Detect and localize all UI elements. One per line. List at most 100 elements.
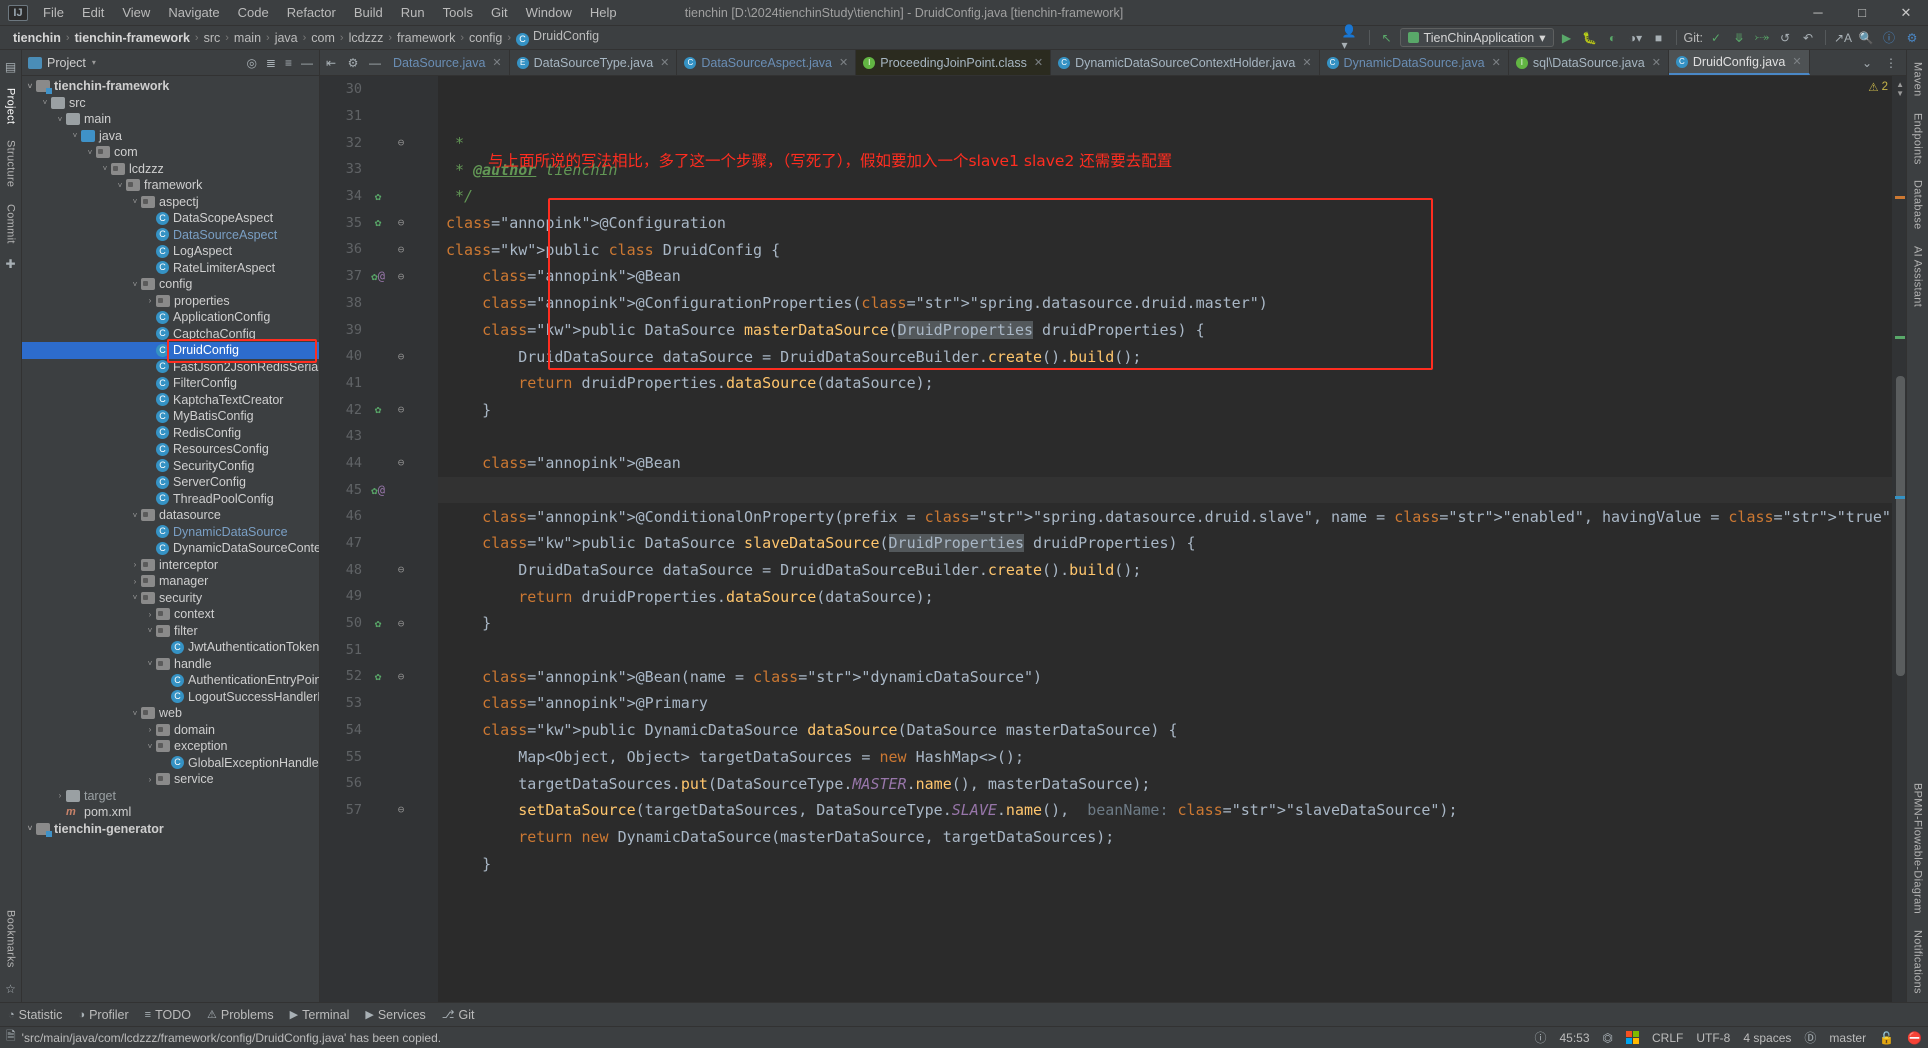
tree-node-applicationconfig[interactable]: C ApplicationConfig (22, 309, 319, 326)
override-gutter-icon[interactable]: @ (378, 483, 385, 497)
editor-tab-sql-datasource-java[interactable]: Isql\DataSource.java ✕ (1509, 50, 1669, 75)
breadcrumb-item-druidconfig[interactable]: C DruidConfig (513, 28, 602, 47)
gutter-line-33[interactable]: 33 (320, 156, 438, 183)
gutter-line-51[interactable]: 51 (320, 636, 438, 663)
bean-gutter-icon[interactable]: ✿ (375, 216, 382, 229)
close-icon[interactable]: ✕ (1792, 55, 1801, 68)
gutter-marker[interactable]: ✿ (366, 190, 390, 203)
editor-tabs[interactable]: DataSource.java ✕ E DataSourceType.java ✕ C Da… (386, 50, 1810, 75)
git-commit-icon[interactable]: ✓ (1706, 28, 1726, 48)
chevron-down-icon[interactable]: ˅ (99, 164, 111, 173)
bean-gutter-icon[interactable]: ✿ (375, 190, 382, 203)
sidebar-item-endpoints[interactable]: Endpoints (1910, 105, 1926, 173)
gutter-line-49[interactable]: 49 (320, 583, 438, 610)
menu-build[interactable]: Build (345, 3, 392, 22)
menu-tools[interactable]: Tools (434, 3, 482, 22)
tree-node-druidconfig[interactable]: C DruidConfig (22, 342, 319, 359)
code-line-34[interactable]: class="kw">public class DruidConfig { (446, 237, 1892, 264)
bean-gutter-icon[interactable]: ✿ (371, 484, 378, 497)
git-push-icon[interactable]: ⤐ (1752, 28, 1772, 48)
tree-node-java[interactable]: ˅ java (22, 128, 319, 145)
editor-scrollbar-thumb[interactable] (1896, 376, 1905, 676)
locate-icon[interactable]: ◎ (246, 56, 256, 70)
editor-tab-proceedingjoinpoint-class[interactable]: I ProceedingJoinPoint.class ✕ (856, 50, 1052, 75)
notifications-icon[interactable]: ⓘ (1879, 28, 1899, 48)
tree-node-com[interactable]: ˅ com (22, 144, 319, 161)
tree-node-datasourceaspect[interactable]: C DataSourceAspect (22, 227, 319, 244)
sidebar-item-bpmn-diagram[interactable]: BPMN-Flowable-Diagram (1910, 775, 1926, 922)
chevron-right-icon[interactable]: › (144, 725, 156, 734)
gutter-line-55[interactable]: 55 (320, 743, 438, 770)
sidebar-item-maven[interactable]: Maven (1910, 54, 1926, 105)
fold-icon[interactable]: ⊖ (390, 803, 412, 816)
gutter-line-44[interactable]: 44 ⊖ (320, 450, 438, 477)
close-icon[interactable]: ✕ (492, 56, 501, 69)
tree-node-datascopeaspect[interactable]: C DataScopeAspect (22, 210, 319, 227)
update-project-icon[interactable]: ↖ (1377, 28, 1397, 48)
chevron-down-icon[interactable]: ˅ (129, 197, 141, 206)
tree-node-redisconfig[interactable]: C RedisConfig (22, 425, 319, 442)
tree-node-kaptchatextcreator[interactable]: C KaptchaTextCreator (22, 392, 319, 409)
code-editor[interactable]: 30 31 32 ⊖ 33 34 ✿ 35 ✿ ⊖ 36 ⊖ 37 ✿@ ⊖ 38 39 40 ⊖ 41 42 ✿ ⊖ 43 4… (320, 76, 1906, 1002)
tree-node-lcdzzz[interactable]: ˅ lcdzzz (22, 161, 319, 178)
tree-node-jwtauthenticationtokenfilter[interactable]: C JwtAuthenticationTokenFilter (22, 639, 319, 656)
tree-node-resourcesconfig[interactable]: C ResourcesConfig (22, 441, 319, 458)
hide-editor-icon[interactable]: — (364, 50, 386, 75)
run-button[interactable]: ▶ (1557, 28, 1577, 48)
editor-marker-column[interactable] (1892, 76, 1906, 1002)
editor-tab-datasource-java[interactable]: DataSource.java ✕ (386, 50, 510, 75)
status-bar-right[interactable]: ⓘ 45:53 ⏣ CRLF UTF-8 4 spaces Ⓓ master 🔓… (1534, 1029, 1922, 1046)
code-line-53[interactable]: Map<Object, Object> targetDataSources = … (446, 744, 1892, 771)
chevron-down-icon[interactable]: ˅ (144, 659, 156, 668)
gutter-marker[interactable]: ✿ (366, 403, 390, 416)
project-tree[interactable]: ˅ tienchin-framework ˅ src ˅ main ˅ java ˅ com ˅ lc… (22, 76, 319, 1002)
override-gutter-icon[interactable]: @ (378, 269, 385, 283)
inspection-nav[interactable]: ▲ ▼ (1896, 80, 1904, 98)
gutter-line-43[interactable]: 43 (320, 423, 438, 450)
close-icon[interactable]: ✕ (660, 56, 669, 69)
inspection-status[interactable]: ⚠ 2 (1868, 80, 1888, 94)
close-button[interactable]: ✕ (1884, 0, 1928, 26)
menu-file[interactable]: File (34, 3, 73, 22)
editor-tab-druidconfig-java[interactable]: C DruidConfig.java ✕ (1668, 50, 1810, 75)
fold-icon[interactable]: ⊖ (390, 670, 412, 683)
gutter-line-35[interactable]: 35 ✿ ⊖ (320, 209, 438, 236)
chevron-right-icon[interactable]: › (144, 296, 156, 305)
rollback-icon[interactable]: ↶ (1798, 28, 1818, 48)
chevron-down-icon[interactable]: ˅ (129, 709, 141, 718)
tree-node-config[interactable]: ˅ config (22, 276, 319, 293)
tool-window-statistic[interactable]: ◔ Statistic (8, 1008, 62, 1022)
close-icon[interactable]: ✕ (1302, 56, 1311, 69)
code-line-39[interactable]: return druidProperties.dataSource(dataSo… (446, 370, 1892, 397)
settings-icon[interactable]: ⚙ (1902, 28, 1922, 48)
tree-node-security[interactable]: ˅ security (22, 590, 319, 607)
code-line-55[interactable]: setDataSource(targetDataSources, DataSou… (446, 797, 1892, 824)
code-line-52[interactable]: class="kw">public DynamicDataSource data… (446, 717, 1892, 744)
gutter-line-32[interactable]: 32 ⊖ (320, 129, 438, 156)
gutter-line-41[interactable]: 41 (320, 370, 438, 397)
fold-icon[interactable]: ⊖ (390, 243, 412, 256)
code-line-57[interactable]: } (446, 851, 1892, 878)
code-line-42[interactable]: class="annopink">@Bean (446, 450, 1892, 477)
tree-node-web[interactable]: ˅ web (22, 705, 319, 722)
menu-run[interactable]: Run (392, 3, 434, 22)
bean-gutter-icon[interactable]: ✿ (371, 270, 378, 283)
chevron-down-icon[interactable]: ▾ (92, 58, 96, 67)
menu-view[interactable]: View (113, 3, 159, 22)
collapse-all-icon[interactable]: ≡ (285, 56, 292, 70)
menu-code[interactable]: Code (229, 3, 278, 22)
editor-tab-datasourceaspect-java[interactable]: C DataSourceAspect.java ✕ (677, 50, 857, 75)
tree-node-filterconfig[interactable]: C FilterConfig (22, 375, 319, 392)
search-everywhere-icon[interactable]: ↗A (1833, 28, 1853, 48)
tool-window-git[interactable]: ⎇ Git (442, 1008, 475, 1022)
code-line-38[interactable]: DruidDataSource dataSource = DruidDataSo… (446, 344, 1892, 371)
tab-list-icon[interactable]: ⇤ (320, 50, 342, 75)
tree-node-context[interactable]: › context (22, 606, 319, 623)
gutter-marker[interactable]: ✿ (366, 617, 390, 630)
code-line-48[interactable]: } (446, 610, 1892, 637)
gutter-marker[interactable]: ✿@ (366, 483, 390, 497)
code-line-45[interactable]: class="kw">public DataSource slaveDataSo… (446, 530, 1892, 557)
chevron-down-icon[interactable]: ⌄ (1856, 56, 1878, 70)
gutter-line-47[interactable]: 47 (320, 530, 438, 557)
close-icon[interactable]: ✕ (1492, 56, 1501, 69)
